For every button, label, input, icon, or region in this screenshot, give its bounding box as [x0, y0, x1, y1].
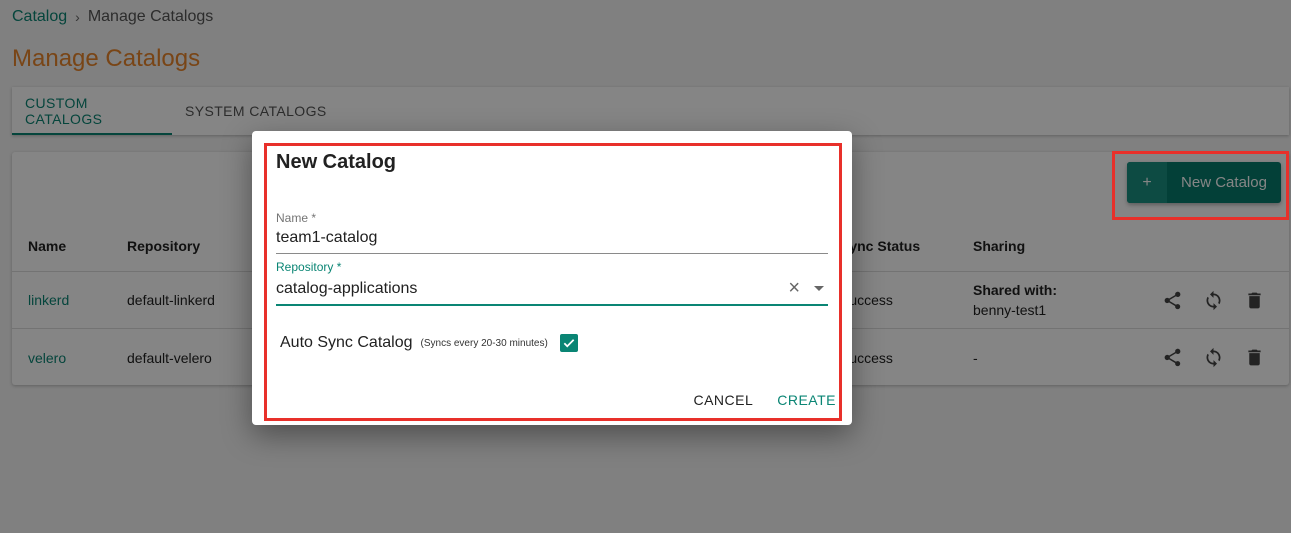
auto-sync-checkbox[interactable]: [559, 334, 578, 352]
name-field-value[interactable]: team1-catalog: [276, 229, 828, 253]
auto-sync-label: Auto Sync Catalog: [280, 334, 413, 351]
create-button[interactable]: CREATE: [777, 392, 836, 408]
dropdown-caret-icon[interactable]: [814, 285, 824, 291]
dialog-actions: CANCEL CREATE: [693, 392, 836, 408]
cancel-button[interactable]: CANCEL: [693, 392, 753, 408]
repository-field-icons: ×: [788, 278, 824, 298]
repository-field[interactable]: Repository * catalog-applications ×: [276, 260, 828, 306]
checkmark-icon: [563, 339, 575, 348]
repository-field-label: Repository *: [276, 260, 342, 274]
clear-icon[interactable]: ×: [788, 278, 800, 298]
repository-field-underline: [276, 304, 828, 306]
new-catalog-dialog: New Catalog Name * team1-catalog Reposit…: [252, 131, 852, 425]
dialog-title: New Catalog: [276, 151, 397, 173]
auto-sync-hint: (Syncs every 20-30 minutes): [420, 337, 548, 349]
repository-field-value[interactable]: catalog-applications: [276, 280, 828, 304]
name-field-label: Name *: [276, 211, 317, 225]
name-field-underline: [276, 253, 828, 254]
auto-sync-row: Auto Sync Catalog (Syncs every 20-30 min…: [280, 334, 578, 352]
name-field[interactable]: Name * team1-catalog: [276, 211, 828, 254]
